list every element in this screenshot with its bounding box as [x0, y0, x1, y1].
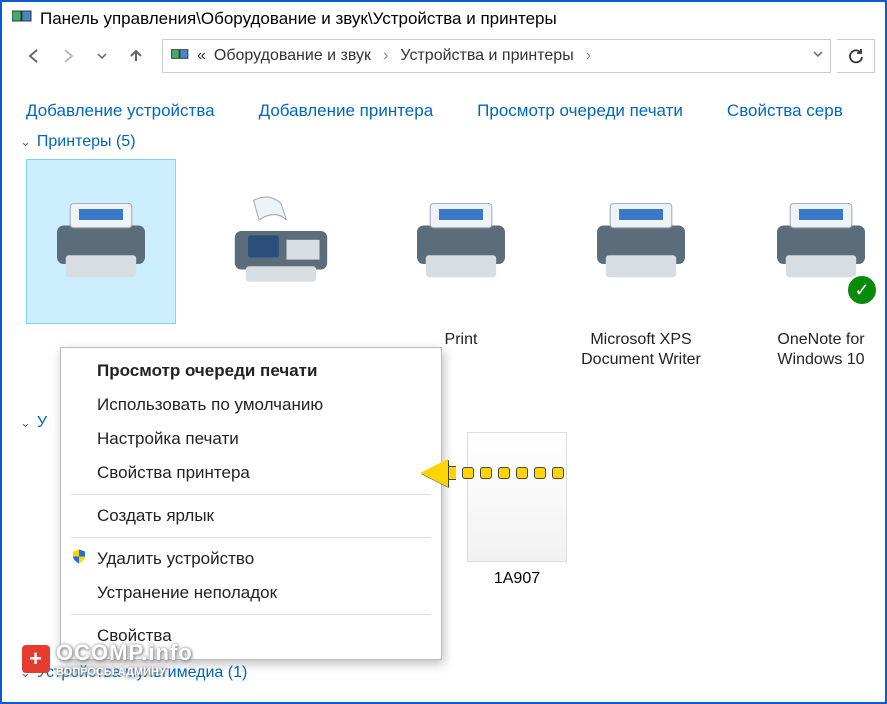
menu-create-shortcut[interactable]: Создать ярлык — [61, 499, 441, 533]
device-label: Microsoft XPS Document Writer — [566, 330, 716, 370]
menu-set-default[interactable]: Использовать по умолчанию — [61, 388, 441, 422]
server-props-link[interactable]: Свойства серв — [727, 101, 843, 121]
chevron-down-icon: ⌄ — [20, 415, 31, 431]
arrow-head-icon — [420, 459, 448, 487]
back-button[interactable] — [20, 42, 48, 70]
breadcrumb-item[interactable]: Оборудование и звук — [214, 47, 371, 65]
breadcrumb-item[interactable]: Устройства и принтеры — [400, 47, 573, 65]
add-device-link[interactable]: Добавление устройства — [26, 101, 215, 121]
uac-shield-icon — [71, 549, 87, 570]
watermark: + OCOMP.info ВОПРОСЫ АДМИНУ — [22, 640, 193, 678]
group-printers-header[interactable]: ⌄ Принтеры (5) — [2, 121, 885, 155]
device-label: 1A907 — [442, 570, 592, 588]
navbar: « Оборудование и звук › Устройства и при… — [2, 35, 885, 81]
breadcrumb-chevron-icon: › — [586, 47, 591, 65]
menu-remove-device[interactable]: Удалить устройство — [61, 542, 441, 576]
device-label: OneNote for Windows 10 — [746, 330, 887, 370]
group-printers-label: Принтеры (5) — [37, 133, 136, 151]
refresh-button[interactable] — [837, 39, 875, 73]
menu-remove-device-label: Удалить устройство — [97, 549, 254, 568]
chevron-down-icon: ⌄ — [20, 134, 31, 150]
up-button[interactable] — [122, 42, 150, 70]
watermark-plus-icon: + — [22, 645, 50, 673]
printer-icon — [386, 159, 536, 324]
recent-dropdown[interactable] — [88, 42, 116, 70]
toolbar: Добавление устройства Добавление принтер… — [2, 101, 885, 121]
control-panel-icon — [12, 8, 32, 29]
window-title: Панель управления\Оборудование и звук\Ус… — [40, 9, 557, 29]
window-titlebar: Панель управления\Оборудование и звук\Ус… — [2, 2, 885, 35]
menu-separator — [71, 614, 431, 615]
device-icon — [467, 432, 567, 562]
printers-row: Print Microsoft XPS Document Writer — [2, 155, 885, 370]
printer-icon — [566, 159, 716, 324]
printer-device[interactable]: Microsoft XPS Document Writer — [566, 159, 716, 370]
fax-icon — [206, 159, 356, 324]
menu-printer-props[interactable]: Свойства принтера — [61, 456, 441, 490]
printer-device[interactable]: ✓ OneNote for Windows 10 — [746, 159, 887, 370]
arrow-dots — [462, 467, 564, 479]
menu-troubleshoot[interactable]: Устранение неполадок — [61, 576, 441, 610]
menu-view-queue[interactable]: Просмотр очереди печати — [61, 354, 441, 388]
generic-device[interactable]: 1A907 — [442, 432, 592, 588]
menu-separator — [71, 494, 431, 495]
fax-device[interactable] — [206, 159, 356, 370]
control-panel-icon — [171, 47, 189, 66]
printer-icon: ✓ — [746, 159, 887, 324]
group-devices-label: У — [37, 414, 47, 432]
watermark-sub: ВОПРОСЫ АДМИНУ — [56, 666, 193, 678]
breadcrumb-overflow[interactable]: « — [197, 47, 206, 65]
view-queue-link[interactable]: Просмотр очереди печати — [477, 101, 683, 121]
add-printer-link[interactable]: Добавление принтера — [259, 101, 434, 121]
default-check-icon: ✓ — [846, 274, 878, 306]
watermark-text: OCOMP.info — [56, 640, 193, 666]
menu-separator — [71, 537, 431, 538]
breadcrumb-chevron-icon: › — [383, 47, 388, 65]
printer-icon — [26, 159, 176, 324]
addressbar-dropdown-icon[interactable] — [812, 47, 824, 65]
printer-device[interactable] — [26, 159, 176, 370]
printer-device[interactable]: Print — [386, 159, 536, 370]
context-menu: Просмотр очереди печати Использовать по … — [60, 347, 442, 660]
forward-button — [54, 42, 82, 70]
annotation-arrow — [420, 459, 564, 487]
menu-print-prefs[interactable]: Настройка печати — [61, 422, 441, 456]
address-bar[interactable]: « Оборудование и звук › Устройства и при… — [162, 39, 831, 73]
group-devices-header[interactable]: ⌄ У — [20, 414, 47, 432]
